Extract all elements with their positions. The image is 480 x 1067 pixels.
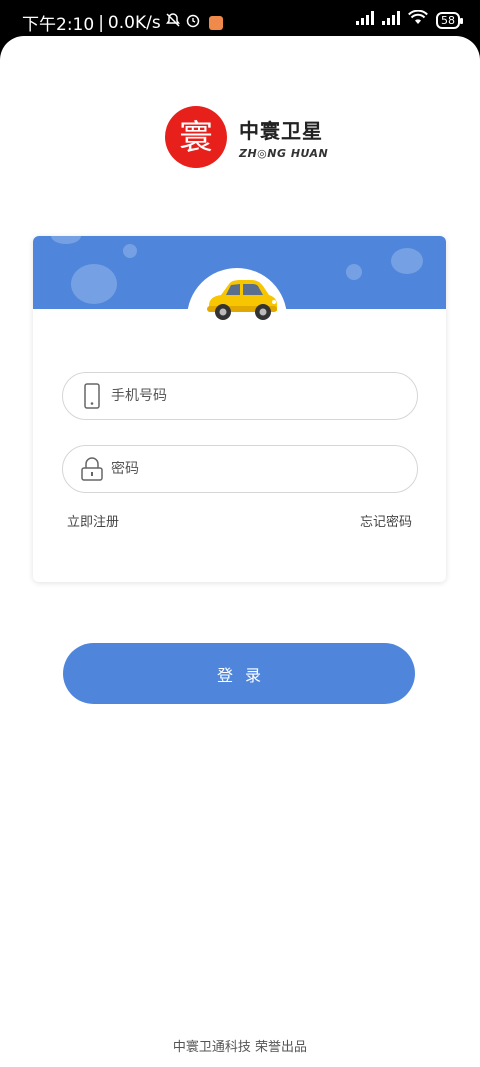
status-separator: | <box>98 12 104 33</box>
phone-field[interactable] <box>62 372 418 420</box>
password-input[interactable] <box>111 461 391 477</box>
mute-icon <box>165 12 181 33</box>
forgot-password-link[interactable]: 忘记密码 <box>360 511 412 530</box>
login-card: 立即注册 忘记密码 <box>33 236 446 582</box>
brand: 寰 中寰卫星 ZH◎NG HUAN <box>165 106 328 168</box>
signal-icon <box>356 10 374 30</box>
brand-logo: 寰 <box>165 106 227 168</box>
signal-icon-2 <box>382 10 400 30</box>
status-net-speed: 0.0K/s <box>107 12 161 33</box>
decor-bubble <box>391 248 423 274</box>
status-left: 下午2:10 | 0.0K/s <box>22 10 223 35</box>
phone-input[interactable] <box>111 388 391 404</box>
app-notification-icon <box>208 15 223 30</box>
brand-text: 中寰卫星 ZH◎NG HUAN <box>239 115 328 160</box>
status-time: 下午2:10 <box>22 15 95 35</box>
login-button[interactable]: 登录 <box>63 643 415 704</box>
decor-bubble <box>51 236 81 244</box>
car-icon <box>203 276 279 328</box>
lock-icon <box>81 456 103 482</box>
wifi-icon <box>408 9 428 30</box>
password-field[interactable] <box>62 445 418 493</box>
login-screen: 寰 中寰卫星 ZH◎NG HUAN 手机号码 立即注册 忘记密码 登录 中寰卫通… <box>0 36 480 1067</box>
decor-bubble <box>123 244 137 258</box>
brand-name-cn: 中寰卫星 <box>239 118 323 143</box>
phone-icon <box>81 383 103 409</box>
logo-glyph: 寰 <box>179 118 213 158</box>
decor-bubble <box>71 264 117 304</box>
decor-bubble <box>346 264 362 280</box>
status-right: 58 <box>356 9 463 30</box>
battery-indicator: 58 <box>436 11 463 29</box>
footer-credit: 中寰卫通科技 荣誉出品 <box>172 1040 308 1055</box>
register-link[interactable]: 立即注册 <box>67 511 119 530</box>
status-bar: 下午2:10 | 0.0K/s 58 <box>0 0 480 40</box>
brand-name-en: ZH◎NG HUAN <box>239 146 329 160</box>
alarm-icon <box>185 12 201 33</box>
